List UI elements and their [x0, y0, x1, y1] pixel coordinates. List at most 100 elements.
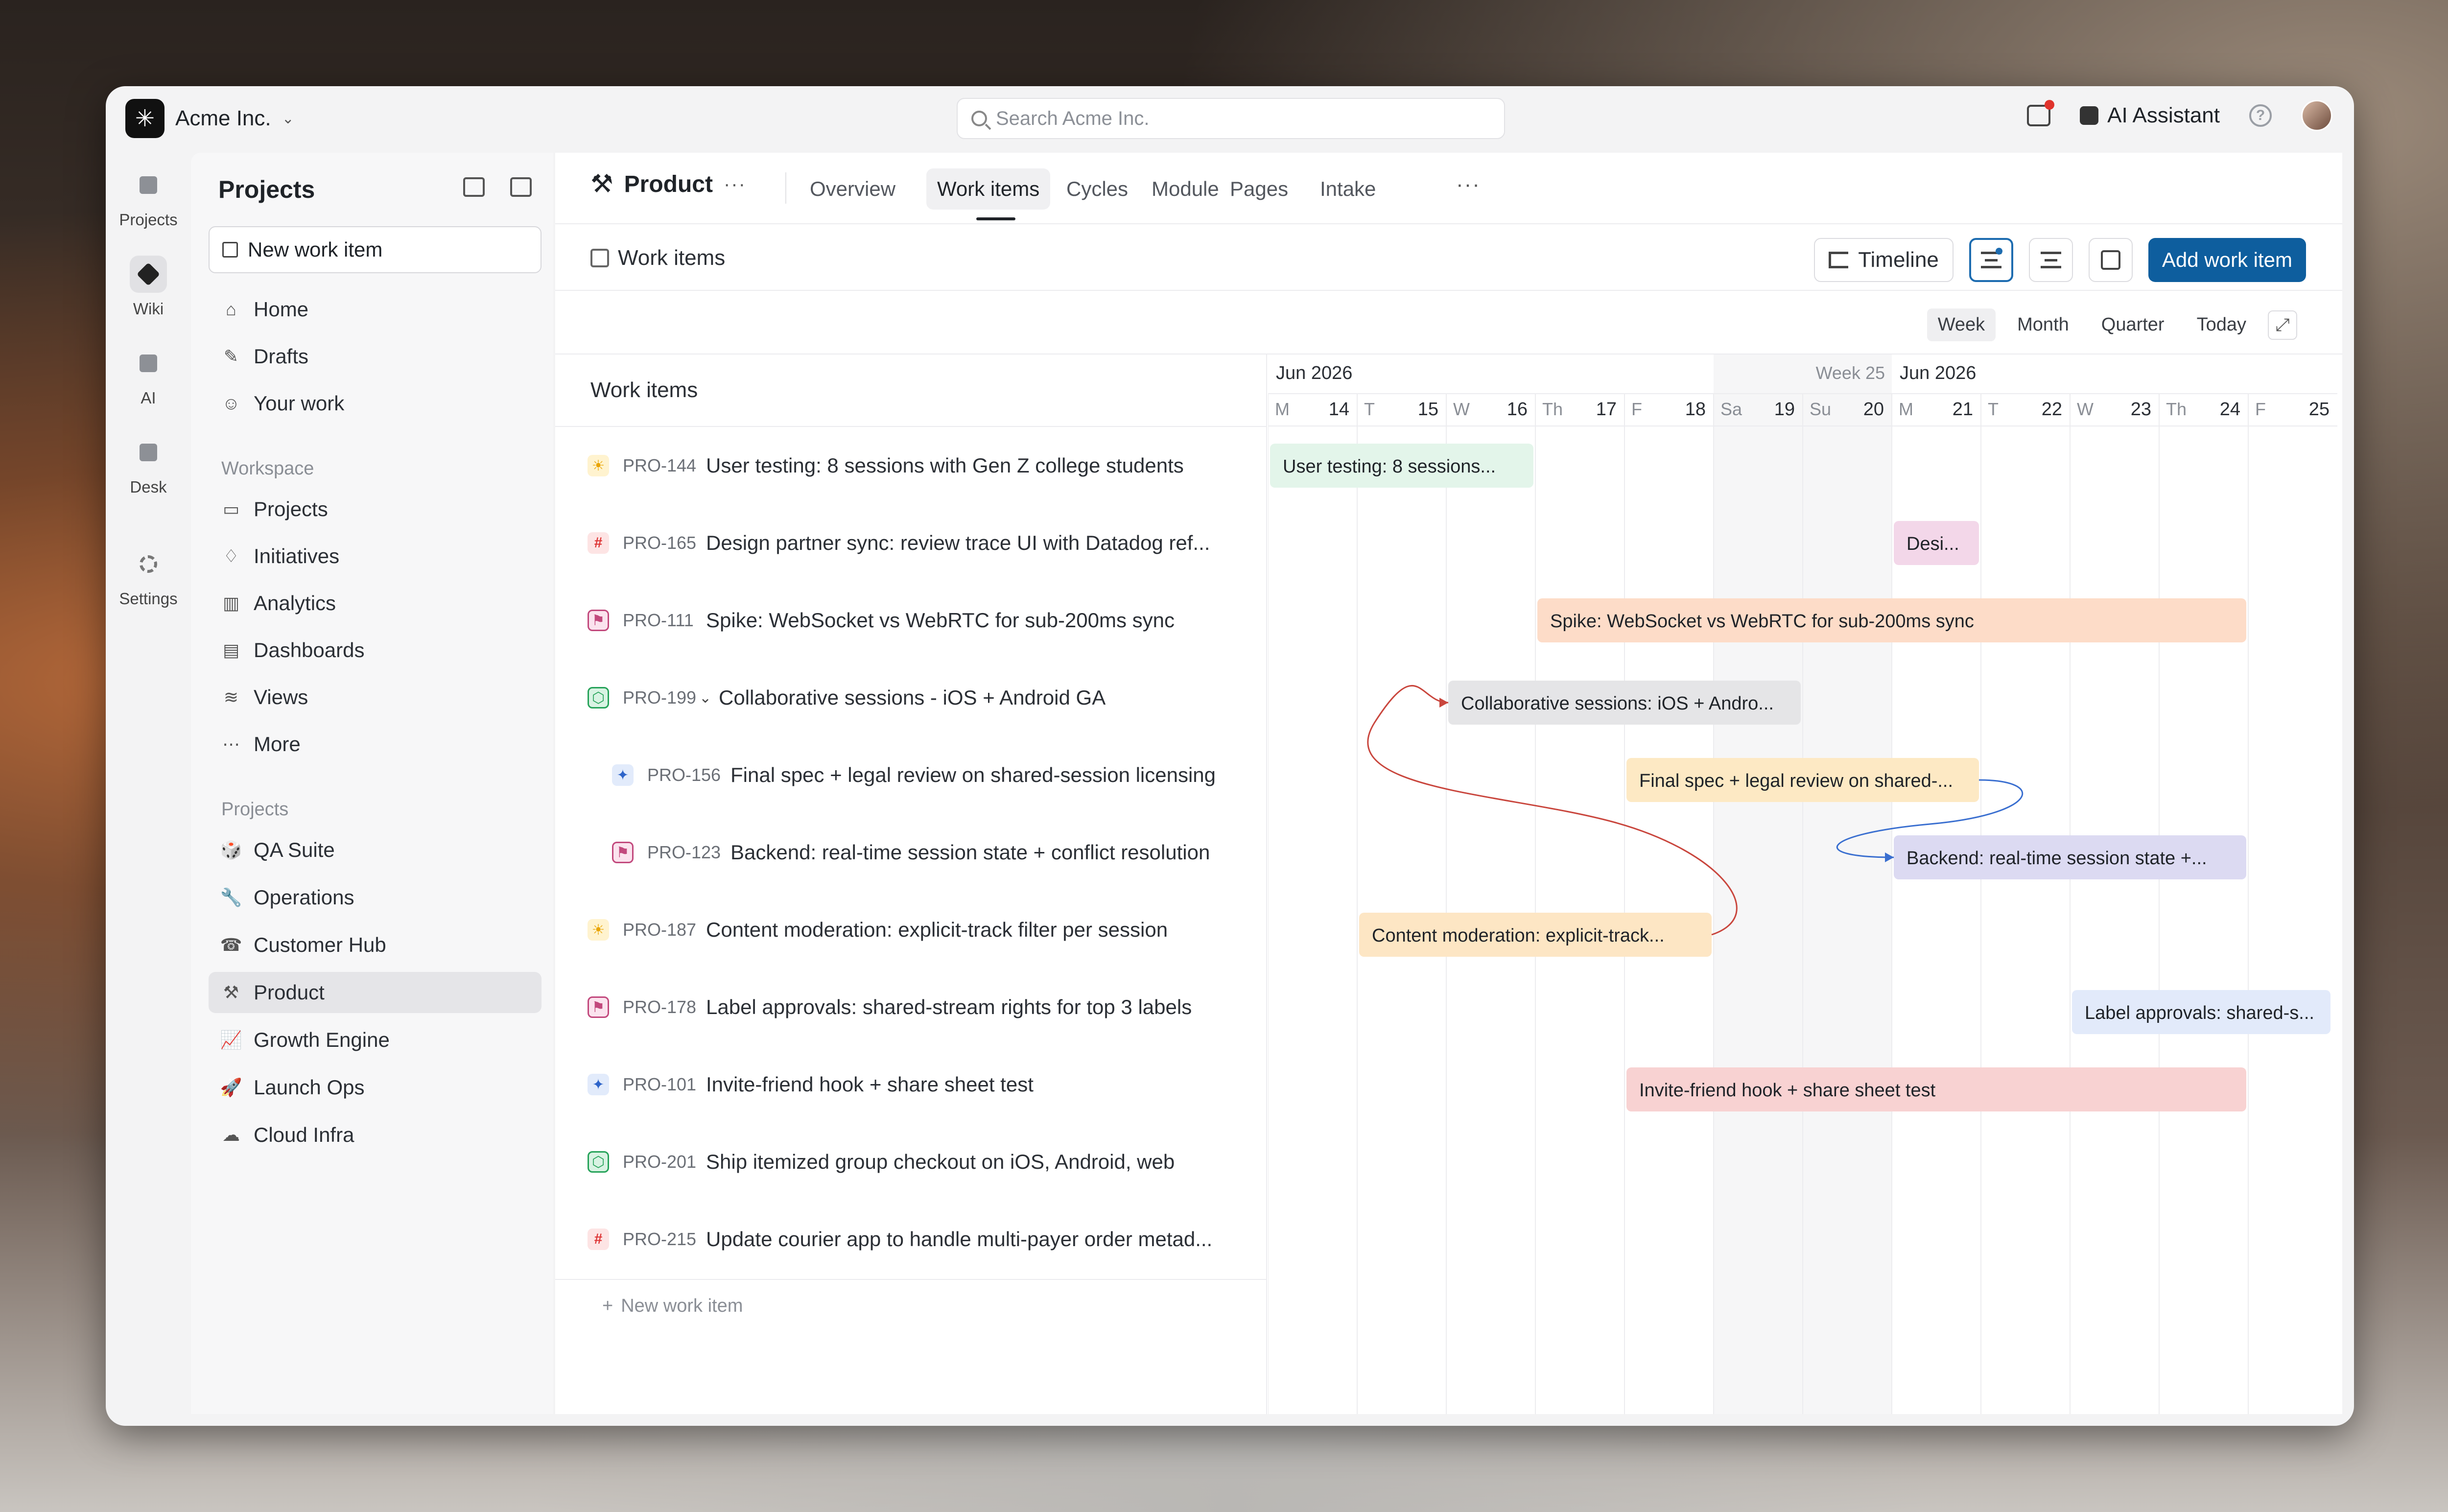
project-more-icon[interactable]: ··· — [724, 173, 746, 195]
rail-item-projects[interactable]: Projects — [106, 166, 191, 229]
list-item[interactable]: # PRO-215 Update courier app to handle mul… — [555, 1201, 1266, 1278]
sidebar-item-drafts[interactable]: ✎ Drafts — [209, 336, 541, 377]
tab-module[interactable]: Module — [1141, 168, 1230, 210]
sidebar-item-project-product[interactable]: ⚒ Product — [209, 972, 541, 1013]
sidebar-item-ws-views[interactable]: ≋ Views — [209, 677, 541, 718]
filter-button[interactable] — [1969, 238, 2013, 282]
rail-item-desk[interactable]: Desk — [106, 434, 191, 496]
list-item[interactable]: ☀ PRO-144 User testing: 8 sessions with Ge… — [555, 427, 1266, 504]
rail-item-ai[interactable]: AI — [106, 345, 191, 407]
desk-icon — [130, 434, 167, 471]
chart-icon — [2100, 250, 2120, 270]
sidebar-item-ws-analytics[interactable]: ▥ Analytics — [209, 583, 541, 624]
list-item[interactable]: ⚑ PRO-178 Label approvals: shared-stream r… — [555, 969, 1266, 1046]
tab-cycles[interactable]: Cycles — [1056, 168, 1139, 210]
sidebar-item-project-launch-ops[interactable]: 🚀 Launch Ops — [209, 1067, 541, 1108]
display-button[interactable] — [2028, 238, 2073, 282]
timeline-chart: Jun 2026 Week 25 Jun 2026 M 14 T 15 W 16 Th 17 F 18 S… — [1268, 354, 2342, 1414]
list-item[interactable]: # PRO-165 Design partner sync: review trac… — [555, 504, 1266, 582]
sidebar-item-project-growth-engine[interactable]: 📈 Growth Engine — [209, 1019, 541, 1061]
ai-assistant-button[interactable]: AI Assistant — [2080, 103, 2220, 128]
month-label: Jun 2026 — [1276, 363, 1352, 383]
range-today[interactable]: Today — [2186, 308, 2257, 341]
list-item[interactable]: ☀ PRO-187 Content moderation: explicit-tra… — [555, 891, 1266, 969]
new-work-item-row[interactable]: + New work item — [602, 1296, 743, 1317]
ws-analytics-icon: ▥ — [222, 593, 239, 613]
timeline-bar-label: Desi... — [1907, 534, 1959, 554]
list-item[interactable]: ✦ PRO-101 Invite-friend hook + share sheet… — [555, 1046, 1266, 1123]
expand-icon[interactable]: ⤢ — [2268, 310, 2297, 340]
sidebar-item-project-operations[interactable]: 🔧 Operations — [209, 877, 541, 918]
search-bar[interactable] — [957, 98, 1505, 139]
list-item[interactable]: ⚑ PRO-123 Backend: real-time session state… — [555, 814, 1266, 891]
org-switcher[interactable]: ✳ Acme Inc. ⌄ — [125, 99, 294, 138]
range-month[interactable]: Month — [2006, 308, 2080, 341]
day-number-label: 18 — [1685, 399, 1706, 420]
sidebar-item-home[interactable]: ⌂ Home — [209, 289, 541, 330]
analytics-button[interactable] — [2088, 238, 2133, 282]
chevron-down-icon[interactable]: ⌄ — [699, 689, 719, 707]
rail-label: Wiki — [133, 300, 164, 318]
work-item-title: Design partner sync: review trace UI wit… — [706, 531, 1210, 554]
tabs-more-icon[interactable]: ··· — [1456, 172, 1481, 197]
plus-icon: + — [602, 1296, 613, 1316]
help-icon[interactable]: ? — [2249, 104, 2272, 127]
list-item[interactable]: ✦ PRO-156 Final spec + legal review on sha… — [555, 736, 1266, 814]
search-input[interactable] — [996, 107, 1436, 130]
list-item[interactable]: ⬡ PRO-201 Ship itemized group checkout on … — [555, 1123, 1266, 1201]
list-item[interactable]: ⬡ PRO-199 ⌄ Collaborative sessions - iOS + … — [555, 659, 1266, 736]
sidebar-item-project-customer-hub[interactable]: ☎ Customer Hub — [209, 924, 541, 966]
layout-timeline-button[interactable]: Timeline — [1814, 238, 1954, 282]
rail-label: Projects — [119, 211, 178, 229]
sidebar-item-ws-more[interactable]: ⋯ More — [209, 724, 541, 765]
settings-icon — [130, 545, 167, 583]
project-chip[interactable]: ⚒ Product ··· — [590, 169, 746, 199]
work-item-title: User testing: 8 sessions with Gen Z coll… — [706, 454, 1184, 477]
sidebar-item-ws-projects[interactable]: ▭ Projects — [209, 489, 541, 530]
work-items-title-text: Work items — [618, 246, 726, 270]
work-item-title: Label approvals: shared-stream rights fo… — [706, 995, 1192, 1018]
new-item-icon — [222, 242, 238, 258]
sidebar-item-project-qa-suite[interactable]: 🎲 QA Suite — [209, 829, 541, 871]
tab-intake[interactable]: Intake — [1309, 168, 1387, 210]
sidebar-item-project-cloud-infra[interactable]: ☁ Cloud Infra — [209, 1114, 541, 1156]
sidebar-tools — [463, 177, 532, 197]
tab-work-items[interactable]: Work items — [926, 168, 1051, 210]
day-of-week-label: T — [1988, 399, 1999, 419]
day-number-label: 21 — [1953, 399, 1973, 420]
flag-icon: ⚑ — [588, 996, 609, 1018]
list-item[interactable]: ⚑ PRO-111 Spike: WebSocket vs WebRTC for s… — [555, 582, 1266, 659]
sidebar-title: Projects — [218, 176, 315, 203]
dependency-arrowhead — [1439, 698, 1448, 708]
day-of-week-label: Su — [1810, 399, 1831, 419]
range-week[interactable]: Week — [1927, 308, 1996, 341]
sidebar-item-ws-initiatives[interactable]: ♢ Initiatives — [209, 536, 541, 577]
search-icon — [971, 111, 987, 126]
tab-overview[interactable]: Overview — [799, 168, 906, 210]
view-toolbar: Timeline Add work item — [1814, 238, 2306, 282]
add-work-item-button[interactable]: Add work item — [2148, 238, 2306, 282]
avatar[interactable] — [2301, 100, 2332, 131]
project-name: Product — [624, 171, 713, 197]
rail-item-settings[interactable]: Settings — [106, 545, 191, 608]
range-quarter[interactable]: Quarter — [2091, 308, 2175, 341]
sidebar-toggle-icon[interactable] — [510, 177, 532, 197]
work-item-title: Collaborative sessions - iOS + Android G… — [719, 686, 1106, 709]
work-item-id: PRO-165 — [623, 533, 697, 553]
work-item-id: PRO-101 — [623, 1074, 697, 1094]
sidebar-item-your-work[interactable]: ☺ Your work — [209, 383, 541, 424]
work-item-id: PRO-178 — [623, 997, 697, 1017]
work-item-title: Invite-friend hook + share sheet test — [706, 1073, 1034, 1096]
inbox-icon[interactable] — [2027, 100, 2055, 126]
tab-pages[interactable]: Pages — [1219, 168, 1299, 210]
sun-icon: ☀ — [588, 919, 609, 941]
wiki-icon — [130, 256, 167, 293]
projects-icon — [130, 166, 167, 204]
sidebar-settings-icon[interactable] — [463, 177, 485, 197]
sidebar-item-ws-dashboards[interactable]: ▤ Dashboards — [209, 630, 541, 671]
month-label: Jun 2026 — [1900, 363, 1976, 383]
new-work-item-button[interactable]: New work item — [209, 226, 541, 273]
sidebar-item-label: Home — [254, 298, 309, 321]
week-label: Week 25 — [1816, 363, 1885, 383]
rail-item-wiki[interactable]: Wiki — [106, 256, 191, 318]
